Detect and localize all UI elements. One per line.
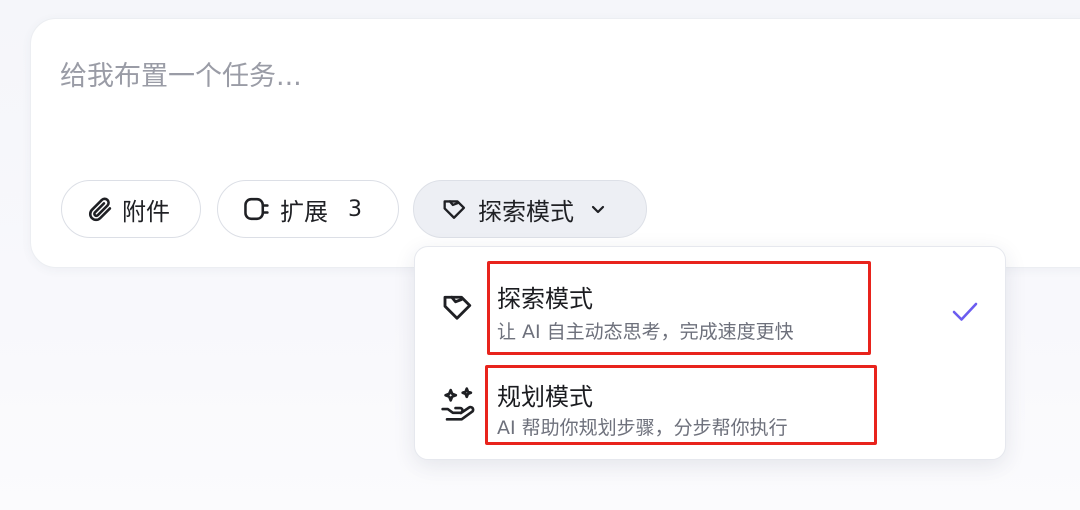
attach-label: 附件 xyxy=(122,197,170,226)
explore-tag-icon xyxy=(443,295,472,320)
mode-dropdown-menu: 探索模式 让 AI 自主动态思考，完成速度更快 规划模式 AI 帮助你规划步骤，… xyxy=(414,246,1006,460)
extensions-label: 扩展 xyxy=(280,197,328,226)
task-input[interactable] xyxy=(60,54,960,98)
chevron-down-icon xyxy=(591,205,605,214)
paperclip-icon xyxy=(89,197,112,222)
attach-button[interactable]: 附件 xyxy=(61,180,201,238)
mode-selector-label: 探索模式 xyxy=(478,197,574,226)
check-icon xyxy=(952,302,978,321)
explore-tag-icon xyxy=(443,200,466,219)
mode-selector[interactable]: 探索模式 xyxy=(413,180,647,238)
extension-plug-icon xyxy=(244,197,269,221)
menu-item-plan-mode[interactable]: 规划模式 AI 帮助你规划步骤，分步帮你执行 xyxy=(415,357,1005,457)
menu-item-title: 规划模式 xyxy=(497,383,593,411)
menu-item-title: 探索模式 xyxy=(497,285,593,313)
plan-hand-sparkle-icon xyxy=(441,387,475,421)
extensions-button[interactable]: 扩展 3 xyxy=(217,180,399,238)
menu-item-description: 让 AI 自主动态思考，完成速度更快 xyxy=(497,321,794,343)
menu-item-explore-mode[interactable]: 探索模式 让 AI 自主动态思考，完成速度更快 xyxy=(415,253,1005,355)
extensions-count: 3 xyxy=(348,196,362,222)
menu-item-description: AI 帮助你规划步骤，分步帮你执行 xyxy=(497,417,788,439)
